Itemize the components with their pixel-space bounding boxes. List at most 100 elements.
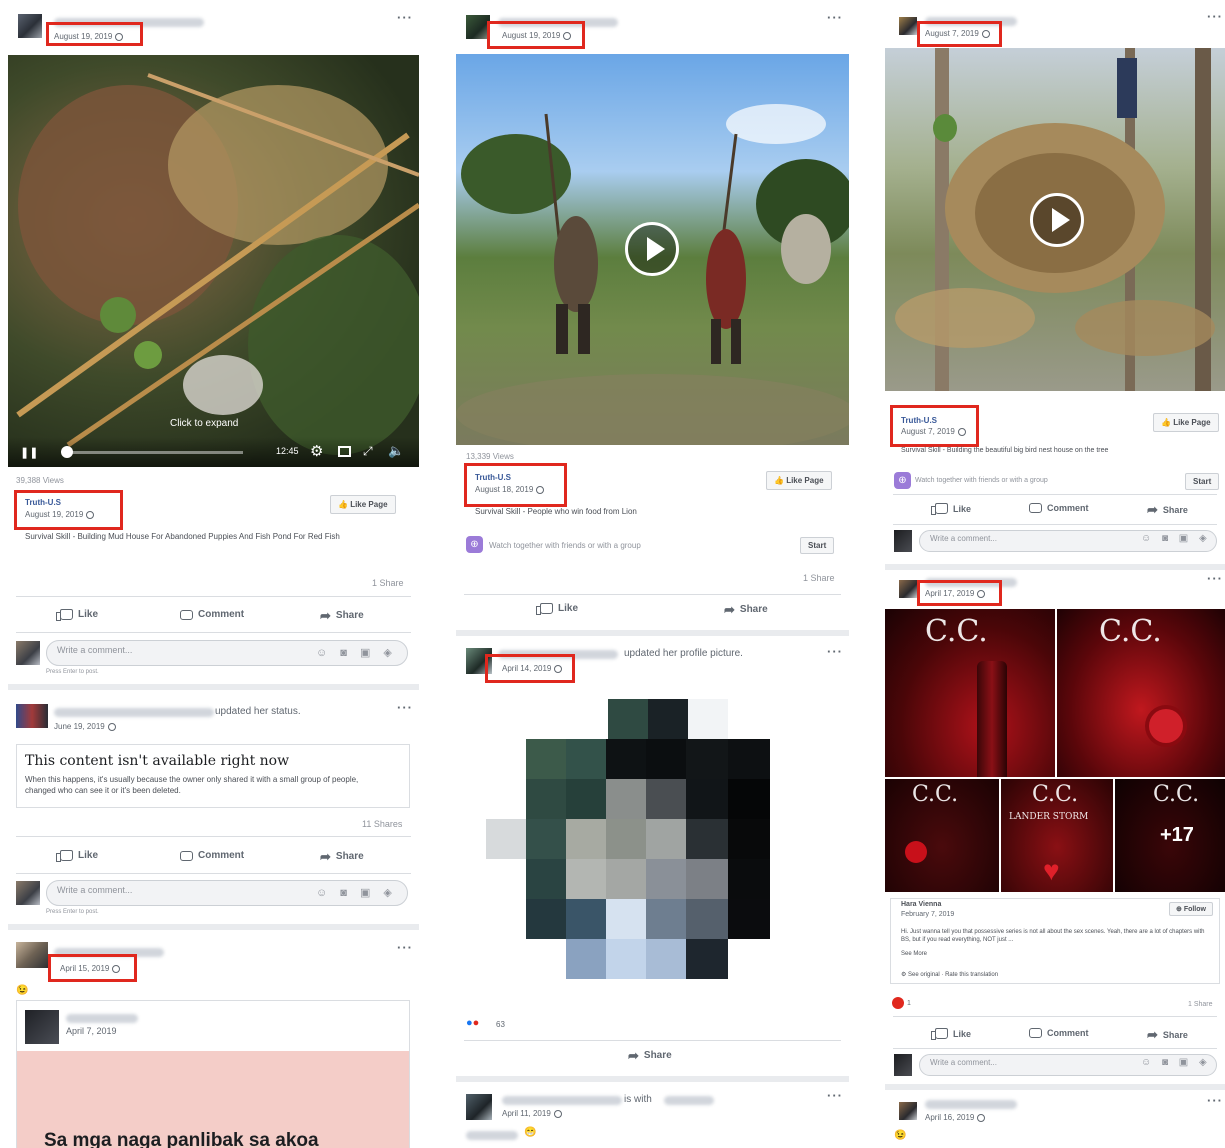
author-name[interactable] [502,1096,622,1105]
more-options-icon[interactable]: ··· [1207,9,1223,24]
rose-shape [1149,709,1183,743]
play-icon[interactable] [1030,193,1084,247]
share-count[interactable]: 11 Shares [362,819,402,829]
progress-knob[interactable] [61,446,73,458]
follow-button[interactable]: ⊕ Follow [1169,902,1213,916]
album-photo[interactable]: C.C. [1057,609,1225,777]
avatar[interactable] [899,1102,917,1120]
like-page-button[interactable]: 👍 Like Page [330,495,396,514]
video-post: August 7, 2019 ··· Truth-U.S August 7, 2… [885,0,1225,564]
more-options-icon[interactable]: ··· [397,700,413,715]
post-emoji: 😁 [524,1127,537,1138]
more-options-icon[interactable]: ··· [1207,571,1223,586]
post-date[interactable]: April 16, 2019 [925,1113,986,1122]
share-button[interactable]: ➦ Share [724,603,768,616]
video-player[interactable] [885,48,1225,391]
like-button[interactable]: Like [56,609,98,621]
post-date[interactable]: April 11, 2019 [502,1109,562,1118]
shared-author-name[interactable] [66,1014,138,1023]
like-button[interactable]: Like [931,1028,971,1040]
like-button[interactable]: Like [931,503,971,515]
comment-button[interactable]: Comment [180,609,244,620]
post-date[interactable]: June 19, 2019 [54,722,116,731]
like-page-button[interactable]: 👍 Like Page [1153,413,1219,432]
more-options-icon[interactable]: ··· [827,1088,843,1103]
volume-icon[interactable]: 🔈 [388,443,404,459]
tagged-name[interactable] [664,1096,714,1105]
progress-track[interactable] [63,451,243,454]
video-player[interactable]: Click to expand ❚❚ 12:45 ⚙ ⤢ 🔈 [8,55,419,467]
like-page-button[interactable]: 👍 Like Page [766,471,832,490]
fullscreen-icon[interactable]: ⤢ [363,444,373,459]
share-button[interactable]: ➦ Share [1147,1028,1188,1041]
more-photos-count[interactable]: +17 [1160,824,1194,847]
highlight-box [487,21,585,49]
divider [16,836,411,837]
author-name[interactable] [54,708,214,717]
comment-button[interactable]: Comment [1029,503,1089,513]
post-emoji: 😉 [894,1130,907,1141]
pause-icon[interactable]: ❚❚ [20,446,38,459]
comment-button[interactable]: Comment [180,850,244,861]
watch-party-text: Watch together with friends or with a gr… [489,541,641,550]
minimize-icon[interactable] [338,446,351,457]
share-button[interactable]: ➦ Share [320,609,364,622]
avatar[interactable] [16,942,48,968]
share-count[interactable]: 1 Share [803,573,835,583]
avatar[interactable] [25,1010,59,1044]
video-controls: ❚❚ 12:45 ⚙ ⤢ 🔈 [8,437,419,467]
start-button[interactable]: Start [1185,473,1220,490]
reaction-count[interactable]: 1 [907,1000,911,1007]
album-photo[interactable]: C.C. LANDER STORM ♥ [1001,779,1113,892]
settings-icon[interactable]: ⚙ [310,442,323,460]
share-count[interactable]: 1 Share [372,578,404,588]
more-options-icon[interactable]: ··· [827,10,843,25]
author-name[interactable] [925,1100,1017,1109]
globe-icon [977,1113,986,1122]
avatar[interactable] [18,14,42,38]
status-post: updated her status. June 19, 2019 ··· Th… [8,690,419,924]
more-options-icon[interactable]: ··· [397,940,413,955]
more-options-icon[interactable]: ··· [397,10,413,25]
reaction-icons[interactable]: ●● [466,1017,479,1029]
avatar[interactable] [16,641,40,665]
comment-attach-icons[interactable]: ☺ ◙ ▣ ◈ [316,646,397,659]
shared-author-name[interactable]: Hara Vienna [901,901,941,908]
share-count[interactable]: 1 Share [1188,1001,1213,1008]
reaction-count[interactable]: 63 [496,1020,505,1029]
love-reaction-icon[interactable] [892,997,904,1009]
comment-attach-icons[interactable]: ☺ ◙ ▣ ◈ [1141,533,1211,544]
comment-attach-icons[interactable]: ☺ ◙ ▣ ◈ [1141,1057,1211,1068]
album-photo[interactable]: C.C. [885,609,1055,777]
avatar[interactable] [899,580,917,598]
play-icon[interactable] [625,222,679,276]
share-button[interactable]: ➦ Share [1147,503,1188,516]
avatar[interactable] [466,1094,492,1120]
like-button[interactable]: Like [56,850,98,862]
more-options-icon[interactable]: ··· [1207,1093,1223,1108]
avatar[interactable] [894,530,912,552]
profile-picture[interactable] [486,699,776,989]
comment-button[interactable]: Comment [1029,1028,1089,1038]
avatar[interactable] [899,17,917,35]
click-to-expand-label[interactable]: Click to expand [170,418,238,429]
avatar[interactable] [16,704,48,728]
video-post: August 19, 2019 ··· Click to expand ❚❚ 1… [8,0,419,684]
more-options-icon[interactable]: ··· [827,644,843,659]
like-button[interactable]: Like [536,603,578,615]
avatar[interactable] [894,1054,912,1076]
album-photo-more[interactable]: C.C. +17 [1115,779,1225,892]
comment-attach-icons[interactable]: ☺ ◙ ▣ ◈ [316,886,397,899]
share-button[interactable]: ➦ Share [320,850,364,863]
see-original-link[interactable]: ⚙ See original · Rate this translation [901,971,998,979]
highlight-box [890,405,979,447]
avatar[interactable] [16,881,40,905]
photo-subtitle: LANDER STORM [1009,812,1089,822]
shared-date[interactable]: April 7, 2019 [66,1026,117,1036]
see-more-link[interactable]: See More [901,950,927,958]
video-player[interactable] [456,54,849,445]
shared-date[interactable]: February 7, 2019 [901,911,954,918]
share-button[interactable]: ➦ Share [628,1049,672,1062]
start-button[interactable]: Start [800,537,835,554]
album-photo[interactable]: C.C. [885,779,999,892]
